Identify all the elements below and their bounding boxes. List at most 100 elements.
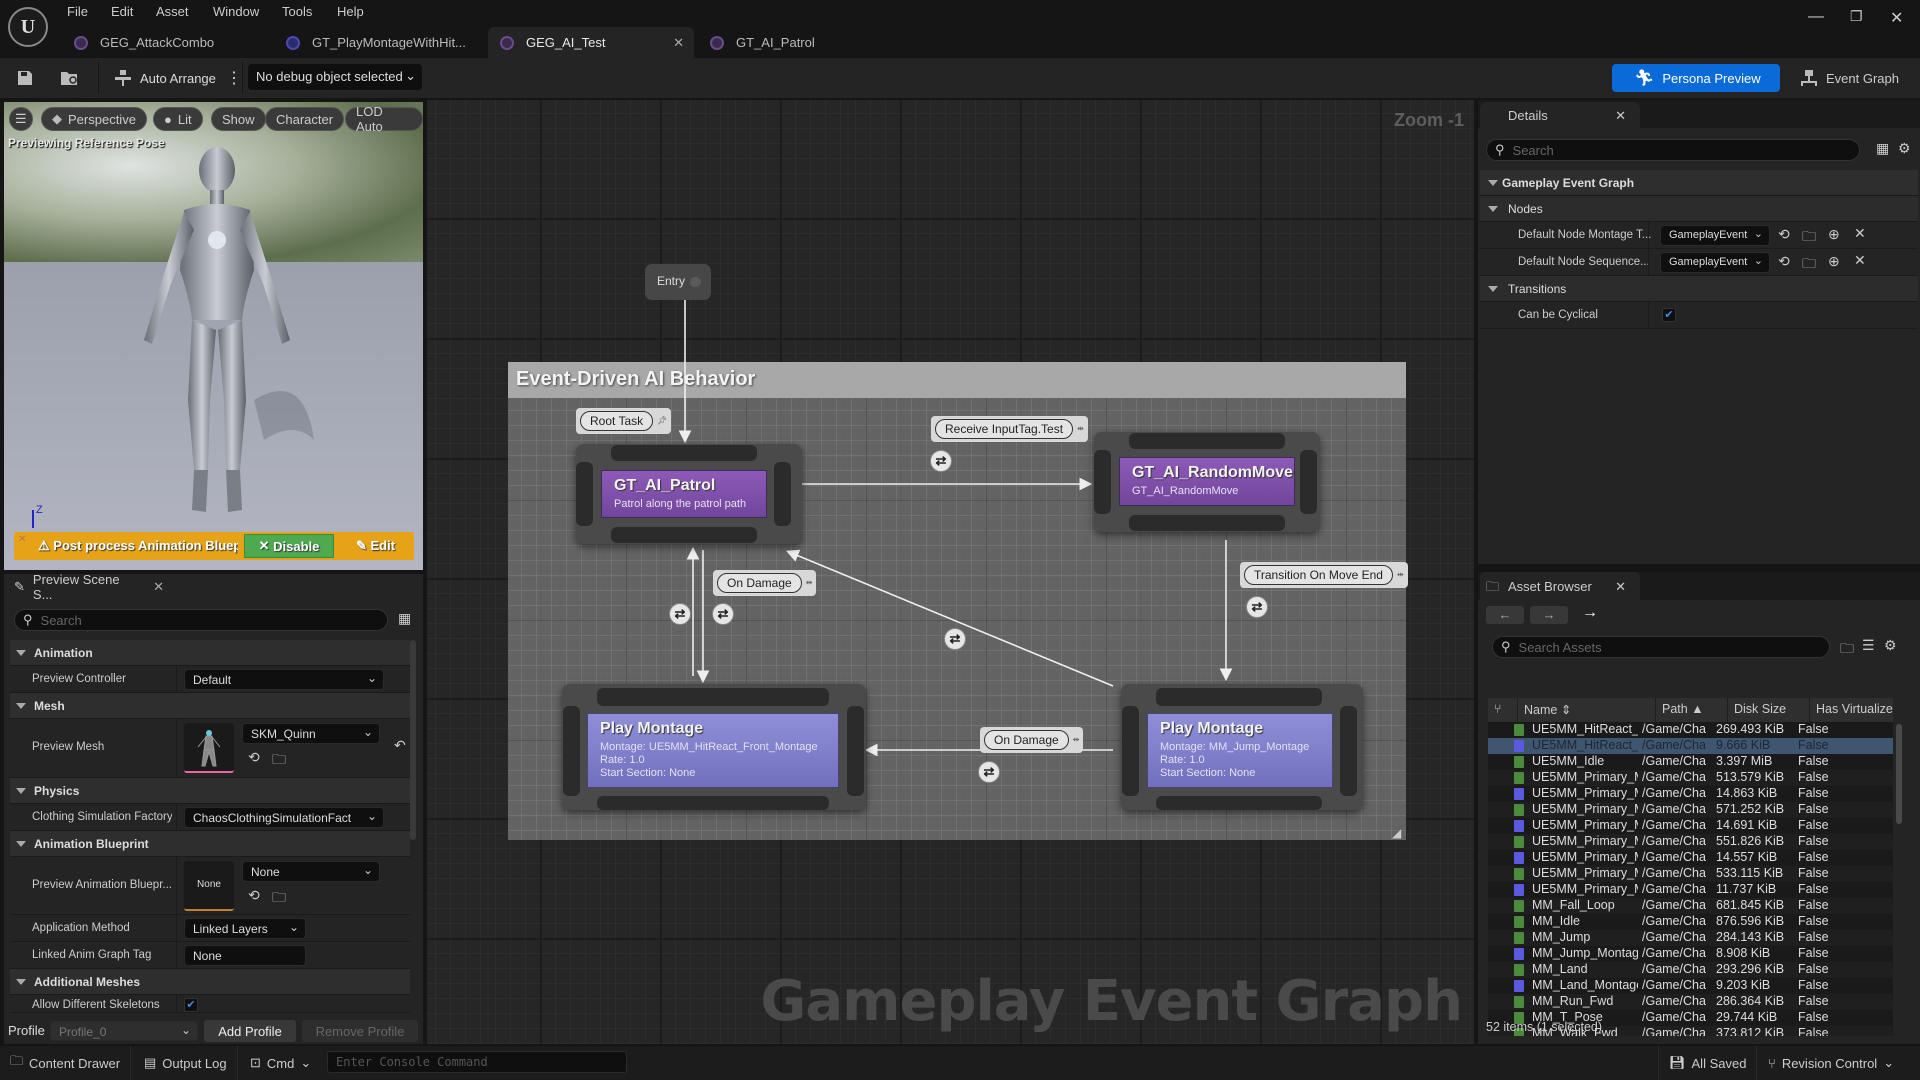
tab-geg-attackcombo[interactable]: GEG_AttackCombo [62,27,282,58]
pin-icon[interactable]: ⇹ [1077,425,1084,433]
close-window-icon[interactable]: ✕ [1890,8,1903,28]
transition-bubble-on-damage-left[interactable]: On Damage ⇹ [713,570,817,596]
browse-asset-icon[interactable]: 🗀︎ [1802,226,1816,250]
node-output-bar[interactable] [1300,450,1317,514]
folder-user-icon[interactable]: 🗀︎ [1840,638,1854,662]
asset-row[interactable]: MM_Jump/Game/Cha 284.143 KiB False [1488,930,1893,946]
pin-icon[interactable]: ⇹ [1397,571,1404,579]
section-physics[interactable]: Physics [10,778,410,804]
asset-search-input[interactable]: ⚲ Search Assets [1492,636,1830,658]
clothing-factory-select[interactable]: ChaosClothingSimulationFact ⌄ [184,807,384,828]
table-view-icon[interactable]: ▦ [398,610,411,627]
save-icon[interactable] [16,66,34,90]
reset-to-default-icon[interactable]: ↶ [394,737,406,754]
character-button[interactable]: Character [265,107,345,131]
menu-help[interactable]: Help [337,4,364,19]
preview-controller-select[interactable]: Default ⌄ [184,669,384,690]
scrollbar[interactable] [410,640,416,840]
menu-tools[interactable]: Tools [282,4,312,19]
transition-bubble-on-damage-bottom[interactable]: On Damage ⇹ [980,727,1084,753]
event-graph-canvas[interactable]: Zoom -1 Entry Event-Driven AI Behavior G… [427,100,1474,1044]
node-input-bar[interactable] [576,462,593,526]
pin-icon[interactable]: ⇹ [806,579,813,587]
unreal-logo-icon[interactable]: U [8,7,48,47]
asset-row[interactable]: UE5MM_Primary_M/Game/Cha 513.579 KiB False [1488,770,1893,786]
content-drawer-button[interactable]: 🗀︎ Content Drawer [0,1046,132,1080]
settings-gear-icon[interactable]: ⚙ [1898,140,1911,157]
allow-different-skeletons-checkbox[interactable]: ✔ [184,998,198,1012]
node-output-bar[interactable] [1129,515,1285,531]
all-saved-button[interactable]: 💾︎ All Saved [1658,1046,1758,1080]
filter-icon[interactable]: ☰ [1862,637,1875,654]
column-name[interactable]: Name ⇕ [1518,698,1656,722]
node-input-bar[interactable] [1094,450,1111,514]
use-selected-asset-icon[interactable]: ⟲ [1778,226,1790,243]
node-output-bar[interactable] [1156,796,1322,810]
close-tab-icon[interactable]: ✕ [1615,108,1626,124]
tab-details[interactable]: Details ✕ [1480,102,1640,128]
tab-preview-scene-settings[interactable]: ✎ Preview Scene S... ✕ [4,572,164,602]
default-node-sequence-select[interactable]: GameplayEvent ⌄ [1660,252,1770,273]
default-node-montage-select[interactable]: GameplayEvent ⌄ [1660,225,1770,246]
perspective-button[interactable]: ◆ Perspective [41,107,147,131]
disable-button[interactable]: ✕ Disable [244,534,334,558]
revision-control-button[interactable]: ⑂ Revision Control ⌄ [1758,1046,1904,1080]
details-search-input[interactable]: ⚲ Search [1486,139,1860,161]
browse-asset-icon[interactable]: 🗀︎ [272,749,286,773]
debug-object-select[interactable]: No debug object selected ⌄ [248,64,422,90]
settings-gear-icon[interactable]: ⚙ [1884,637,1897,654]
section-additional-meshes[interactable]: Additional Meshes [10,969,410,995]
node-input-bar[interactable] [1156,688,1322,706]
asset-row[interactable]: UE5MM_HitReact_F/Game/Cha 9.666 KiB False [1488,738,1893,754]
preview-anim-bp-select[interactable]: None ⌄ [242,861,380,882]
preview-mesh-select[interactable]: SKM_Quinn ⌄ [242,723,380,744]
state-node-gt-ai-randommove[interactable]: GT_AI_RandomMove GT_AI_RandomMove [1094,432,1320,532]
section-animation[interactable]: Animation [10,640,410,666]
node-input-bar[interactable] [597,688,829,706]
minimize-icon[interactable]: — [1808,8,1824,26]
remove-profile-button[interactable]: Remove Profile [302,1020,418,1042]
use-selected-asset-icon[interactable]: ⟲ [248,887,260,904]
asset-row[interactable]: MM_Land/Game/Cha 293.296 KiB False [1488,962,1893,978]
cmd-button[interactable]: ⊡ Cmd ⌄ [240,1046,321,1080]
dismiss-warning-icon[interactable]: ✕ [18,534,26,545]
root-task-bubble[interactable]: Root Task 📌︎ [576,408,672,434]
add-icon[interactable]: ⊕ [1828,253,1840,270]
node-input-bar[interactable] [1129,433,1285,449]
preview-viewport[interactable]: ☰ ◆ Perspective ● Lit Show Character LOD A… [4,102,423,570]
menu-file[interactable]: File [67,4,88,19]
section-transitions[interactable]: Transitions [1480,276,1918,302]
asset-row[interactable]: MM_Jump_Montage/Game/Cha 8.908 KiB False [1488,946,1893,962]
asset-row[interactable]: UE5MM_Primary_M/Game/Cha 551.826 KiB False [1488,834,1893,850]
transition-icon[interactable]: ⇄ [930,450,952,472]
column-disk-size[interactable]: Disk Size [1728,698,1810,722]
lit-button[interactable]: ● Lit [153,107,203,131]
use-selected-asset-icon[interactable]: ⟲ [248,749,260,766]
table-view-icon[interactable]: ▦ [1876,140,1889,157]
asset-row[interactable]: UE5MM_Primary_M/Game/Cha 14.691 KiB False [1488,818,1893,834]
asset-row[interactable]: MM_Land_Montage/Game/Cha 9.203 KiB False [1488,978,1893,994]
asset-row[interactable]: UE5MM_Primary_M/Game/Cha 14.557 KiB False [1488,850,1893,866]
state-node-play-montage-hitreact[interactable]: Play Montage Montage: UE5MM_HitReact_Fro… [562,684,866,810]
asset-scrollbar[interactable] [1896,724,1902,824]
asset-row[interactable]: UE5MM_Primary_M/Game/Cha 571.252 KiB False [1488,802,1893,818]
category-gameplay-event-graph[interactable]: Gameplay Event Graph [1480,170,1918,196]
asset-row[interactable]: UE5MM_Primary_M/Game/Cha 533.115 KiB False [1488,866,1893,882]
mannequin-character[interactable] [104,140,324,540]
node-output-bar[interactable] [611,527,757,543]
mesh-thumbnail[interactable] [184,723,234,773]
asset-row[interactable]: MM_Idle/Game/Cha 876.596 KiB False [1488,914,1893,930]
close-tab-icon[interactable]: ✕ [673,35,684,51]
node-input-bar[interactable] [563,706,580,796]
clear-icon[interactable]: ✕ [1854,225,1866,242]
anim-bp-thumbnail[interactable]: None [184,861,234,911]
transition-icon[interactable]: ⇄ [712,603,734,625]
scene-search-input[interactable]: ⚲ Search [14,609,388,631]
browse-asset-icon[interactable]: 🗀︎ [1802,253,1816,277]
auto-arrange-button[interactable]: Auto Arrange [114,66,216,90]
asset-row[interactable]: MM_Run_Fwd/Game/Cha 286.364 KiB False [1488,994,1893,1010]
browse-asset-icon[interactable]: 🗀︎ [272,887,286,911]
transition-icon[interactable]: ⇄ [944,628,966,650]
pin-icon[interactable]: 📌︎ [657,417,667,425]
tab-gt-playmontage[interactable]: GT_PlayMontageWithHit... [274,27,484,58]
